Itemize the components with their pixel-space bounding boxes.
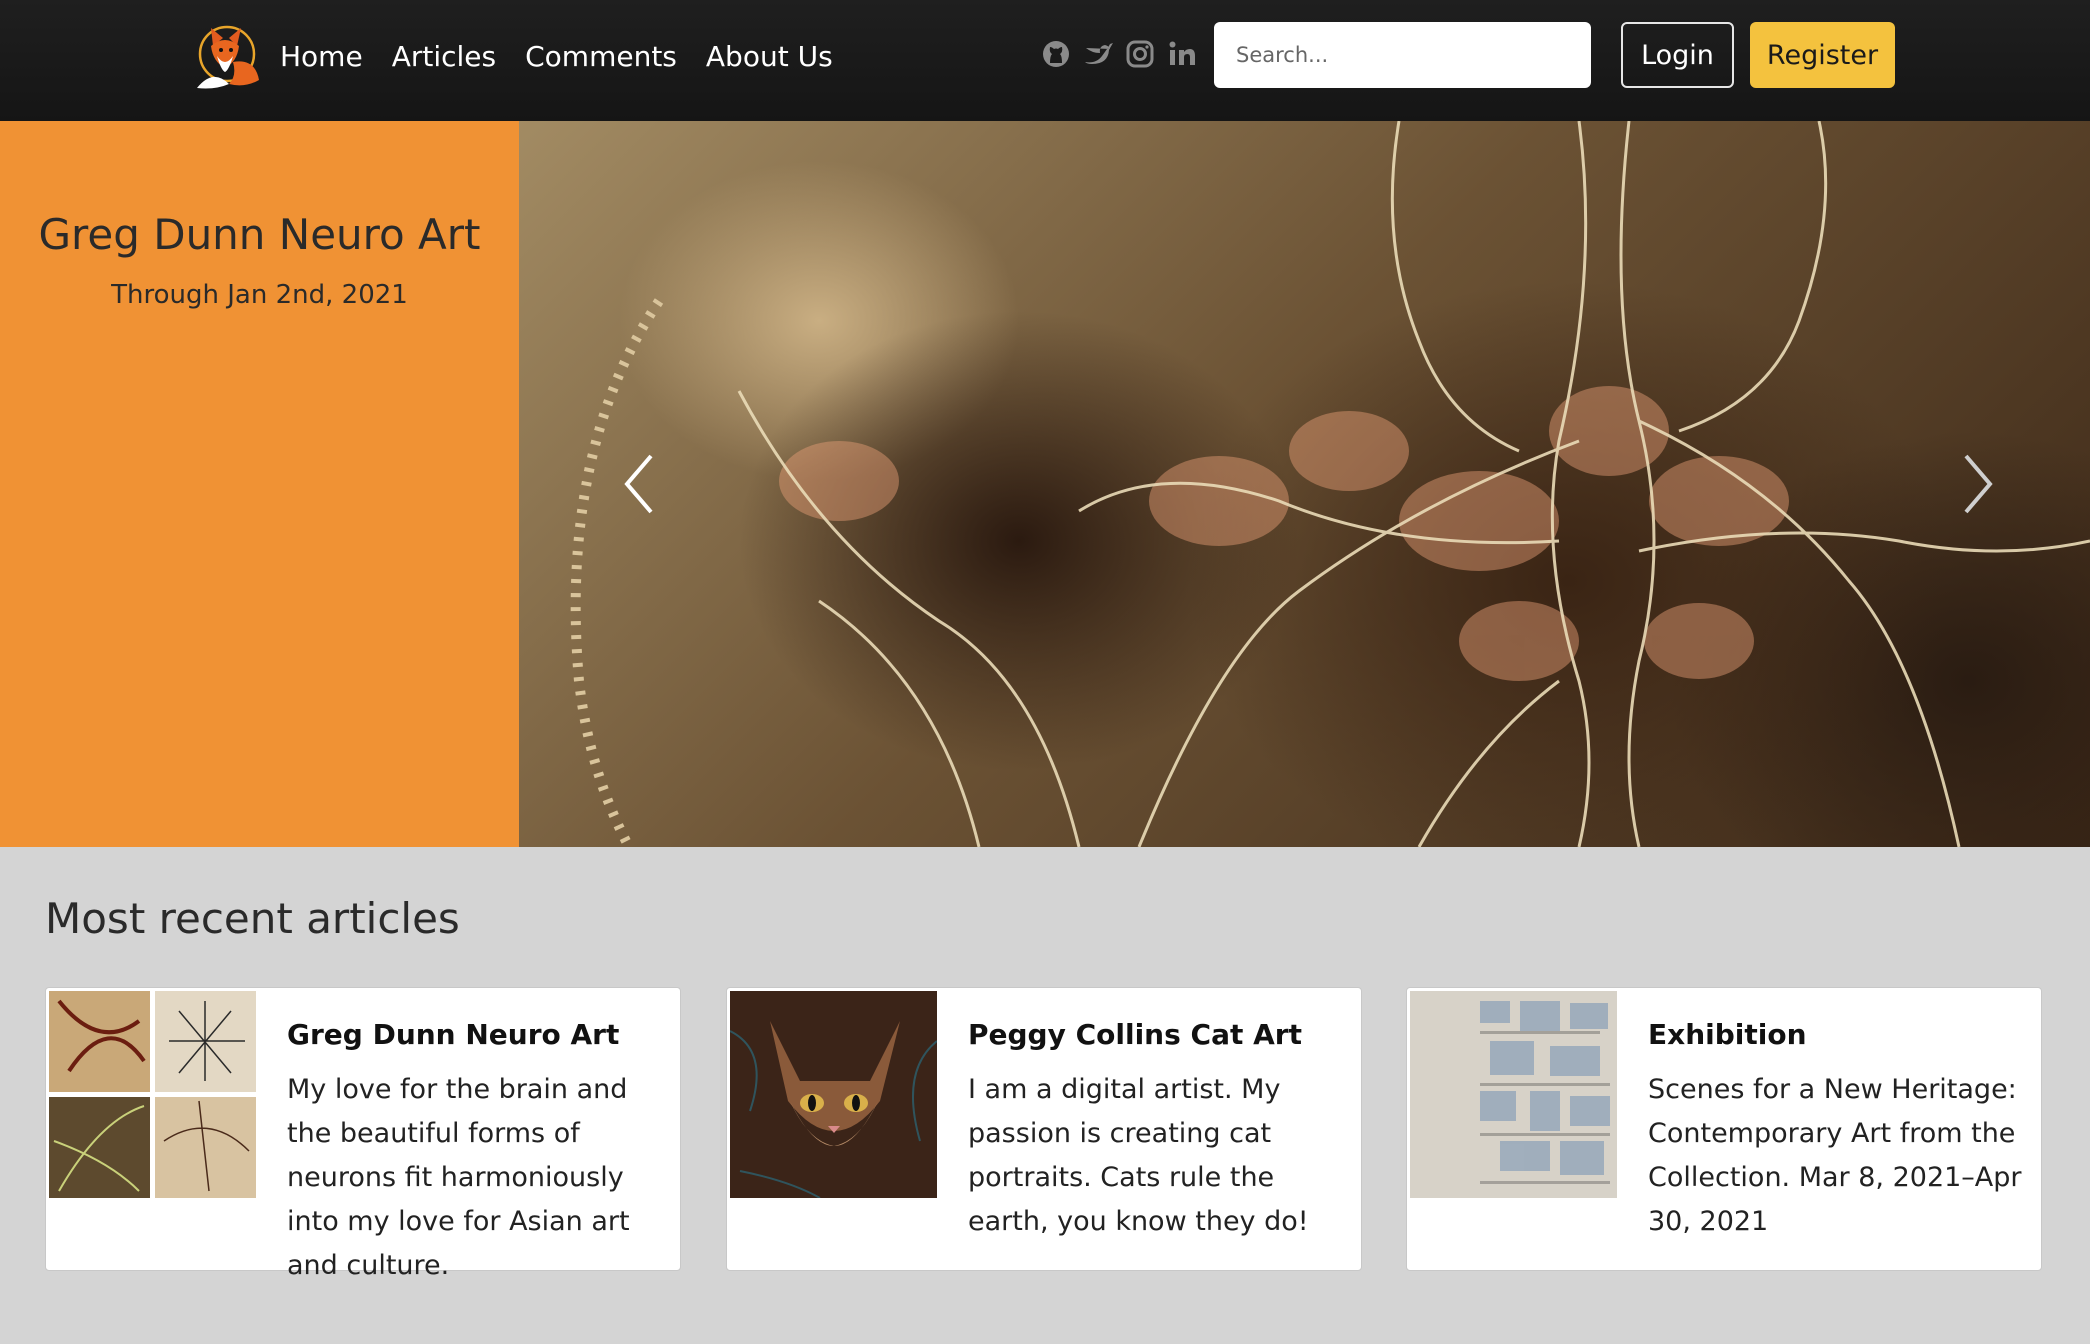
article-card[interactable]: Exhibition Scenes for a New Heritage: Co…: [1406, 987, 2042, 1271]
article-title[interactable]: Greg Dunn Neuro Art: [287, 1018, 619, 1051]
nav-comments[interactable]: Comments: [525, 40, 677, 73]
nav-articles[interactable]: Articles: [392, 40, 496, 73]
article-thumbnail-cat: [730, 991, 937, 1198]
fox-logo[interactable]: [193, 18, 267, 92]
article-card[interactable]: Peggy Collins Cat Art I am a digital art…: [726, 987, 1362, 1271]
neuron-illustration: [570, 121, 2090, 847]
article-card[interactable]: Greg Dunn Neuro Art My love for the brai…: [45, 987, 681, 1281]
article-thumbnail-neuro: [49, 991, 256, 1198]
nav-about-us[interactable]: About Us: [706, 40, 833, 73]
login-button[interactable]: Login: [1621, 22, 1734, 88]
register-button[interactable]: Register: [1750, 22, 1895, 88]
social-links: [1040, 34, 1198, 74]
hero-title: Greg Dunn Neuro Art: [38, 210, 481, 259]
article-title[interactable]: Peggy Collins Cat Art: [968, 1018, 1302, 1051]
article-excerpt: My love for the brain and the beautiful …: [287, 1074, 630, 1281]
github-icon[interactable]: [1040, 34, 1072, 74]
nav-home[interactable]: Home: [280, 40, 363, 73]
linkedin-icon[interactable]: [1166, 34, 1198, 74]
hero-neuro-art-image: [519, 121, 2090, 847]
article-excerpt: Scenes for a New Heritage: Contemporary …: [1648, 1074, 2022, 1237]
twitter-icon[interactable]: [1082, 34, 1114, 74]
article-title[interactable]: Exhibition: [1648, 1018, 1807, 1051]
carousel-next-arrow[interactable]: [1944, 444, 2004, 524]
main-nav: Home Articles Comments About Us: [280, 0, 862, 112]
most-recent-articles-heading: Most recent articles: [45, 894, 460, 943]
search-input[interactable]: [1214, 22, 1591, 88]
article-excerpt: I am a digital artist. My passion is cre…: [968, 1074, 1309, 1237]
navbar: Home Articles Comments About Us Login Re…: [0, 0, 2090, 121]
hero-subtitle: Through Jan 2nd, 2021: [111, 280, 408, 310]
article-thumbnail-exhibition: [1410, 991, 1617, 1198]
instagram-icon[interactable]: [1124, 34, 1156, 74]
carousel-prev-arrow[interactable]: [613, 444, 673, 524]
